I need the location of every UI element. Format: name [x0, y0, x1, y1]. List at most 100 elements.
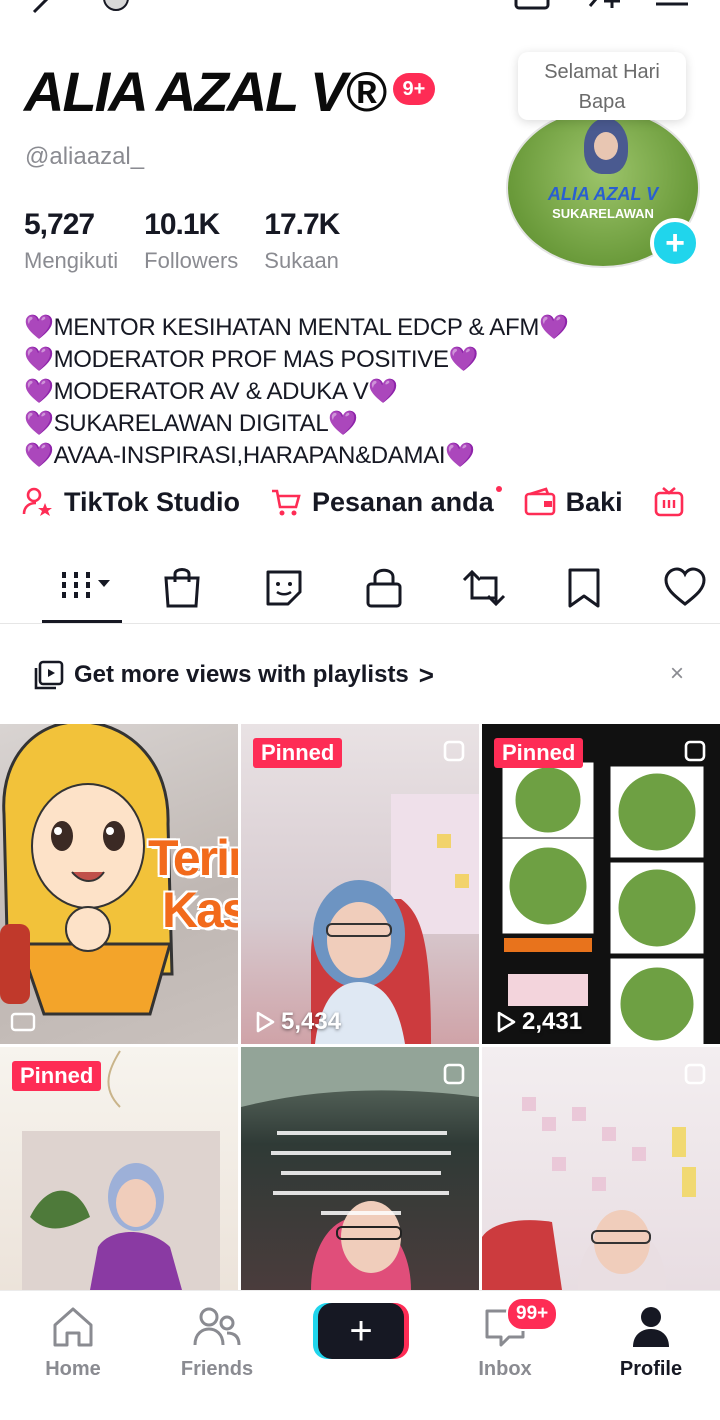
- stat-followers[interactable]: 10.1K Followers: [144, 208, 238, 274]
- home-icon: [53, 1307, 93, 1347]
- bio-line: 💜SUKARELAWAN DIGITAL💜: [24, 410, 358, 437]
- profile-icon: [633, 1307, 669, 1347]
- view-count: 2,431: [496, 1008, 582, 1036]
- video-thumbnail[interactable]: Pinned 2,431: [482, 724, 720, 1044]
- pinned-badge: Pinned: [12, 1061, 102, 1091]
- purple-heart-icon: 💜: [24, 378, 54, 405]
- stat-followers-label: Followers: [144, 248, 239, 273]
- stat-following-value: 5,727: [24, 208, 95, 241]
- liked-heart-tab-icon[interactable]: [662, 564, 708, 612]
- purple-heart-icon: 💜: [24, 346, 54, 373]
- video-thumbnail[interactable]: Pinned 5,434: [241, 724, 479, 1044]
- purple-heart-icon: 💜: [328, 410, 358, 437]
- cart-icon: [272, 489, 301, 516]
- profile-links: TikTok Studio Pesanan anda Baki: [22, 486, 720, 518]
- stat-following[interactable]: 5,727 Mengikuti: [24, 208, 118, 274]
- bio-line: 💜MODERATOR PROF MAS POSITIVE💜: [24, 346, 479, 373]
- friends-icon: [193, 1307, 241, 1346]
- sticker-tab-icon[interactable]: [260, 564, 308, 612]
- playlist-icon: [34, 660, 64, 690]
- orders-label: Pesanan anda: [312, 486, 494, 517]
- tiktok-studio-link[interactable]: TikTok Studio: [22, 486, 240, 518]
- videos-grid-tab-icon[interactable]: [58, 564, 120, 612]
- add-story-button[interactable]: +: [650, 218, 700, 268]
- bio-line: 💜MENTOR KESIHATAN MENTAL EDCP & AFM💜: [24, 314, 569, 341]
- bio-line: 💜MODERATOR AV & ADUKA V💜: [24, 378, 399, 405]
- stat-likes[interactable]: 17.7K Sukaan: [264, 208, 340, 274]
- woman-portrait-image: [311, 794, 479, 1044]
- menu-icon[interactable]: [652, 0, 692, 18]
- calendar-icon[interactable]: [512, 0, 552, 18]
- purple-heart-icon: 💜: [445, 442, 475, 469]
- avatar-mini-icon[interactable]: [96, 0, 136, 18]
- nav-home-label: Home: [45, 1358, 101, 1380]
- edit-icon[interactable]: [30, 0, 60, 18]
- profile-name: ALIA AZAL V®: [24, 60, 387, 123]
- shop-bag-tab-icon[interactable]: [160, 564, 204, 612]
- orders-link[interactable]: Pesanan anda: [270, 486, 502, 518]
- purple-heart-icon: 💜: [24, 314, 54, 341]
- top-bar: [0, 0, 720, 20]
- create-button[interactable]: +: [318, 1303, 404, 1359]
- repost-tab-icon[interactable]: [460, 564, 508, 612]
- notification-badge[interactable]: 9+: [392, 73, 436, 105]
- note-bubble[interactable]: Selamat Hari Bapa: [518, 52, 686, 120]
- nav-profile-label: Profile: [619, 1358, 683, 1380]
- multi-photo-icon: [443, 1063, 465, 1085]
- live-link[interactable]: [653, 486, 695, 518]
- add-friend-icon[interactable]: [584, 0, 624, 18]
- avatar-text-name: ALIA AZAL V: [547, 184, 659, 204]
- active-tab-underline: [42, 620, 122, 623]
- profile-bio: 💜MENTOR KESIHATAN MENTAL EDCP & AFM💜 💜MO…: [24, 312, 569, 472]
- profile-handle: @aliaazal_: [25, 143, 145, 170]
- bottom-navigation: Home Friends + Inbox 99+ Profile: [0, 1290, 720, 1420]
- close-icon[interactable]: ×: [670, 660, 684, 688]
- video-thumbnail[interactable]: [241, 1047, 479, 1290]
- lock-tab-icon[interactable]: [362, 564, 406, 612]
- video-grid: Terima Kasih Pinned 5,434: [0, 724, 720, 1290]
- tray-link[interactable]: Baki: [524, 486, 623, 518]
- nav-friends-label: Friends: [180, 1358, 254, 1380]
- play-icon: [497, 1011, 516, 1033]
- playlist-banner[interactable]: Get more views with playlists > ×: [0, 640, 720, 710]
- playlist-banner-text: Get more views with playlists: [74, 661, 409, 688]
- stat-likes-value: 17.7K: [264, 208, 340, 241]
- nav-home[interactable]: Home: [8, 1305, 138, 1381]
- nav-profile[interactable]: Profile: [586, 1305, 716, 1381]
- chevron-right-icon: >: [418, 659, 434, 690]
- multi-photo-icon: [684, 1063, 706, 1085]
- tv-icon: [654, 487, 683, 517]
- volunteer-collage-image: [502, 762, 704, 1044]
- video-thumbnail[interactable]: Terima Kasih: [0, 724, 238, 1044]
- multi-photo-icon: [443, 740, 465, 762]
- inbox-count-badge: 99+: [506, 1297, 559, 1331]
- tray-label: Baki: [565, 486, 623, 517]
- profile-stats: 5,727 Mengikuti 10.1K Followers 17.7K Su…: [24, 208, 365, 274]
- purple-heart-icon: 💜: [24, 442, 54, 469]
- nav-inbox[interactable]: Inbox 99+: [440, 1297, 570, 1381]
- pinned-badge: Pinned: [494, 738, 584, 768]
- avatar-face: [584, 118, 628, 174]
- note-bubble-line-2: Bapa: [578, 91, 626, 113]
- repost-small-icon: [10, 1012, 36, 1032]
- stat-following-label: Mengikuti: [24, 248, 119, 273]
- view-count: 5,434: [255, 1008, 341, 1036]
- play-icon: [256, 1011, 275, 1033]
- profile-name-row: ALIA AZAL V® 9+: [24, 60, 436, 123]
- bookmark-tab-icon[interactable]: [564, 564, 604, 612]
- wallet-icon: [524, 487, 555, 516]
- purple-heart-icon: 💜: [24, 410, 54, 437]
- multi-photo-icon: [684, 740, 706, 762]
- video-thumbnail[interactable]: Pinned: [0, 1047, 238, 1290]
- pinned-badge: Pinned: [253, 738, 343, 768]
- nav-inbox-label: Inbox: [478, 1358, 532, 1380]
- video-thumbnail[interactable]: [482, 1047, 720, 1290]
- nav-friends[interactable]: Friends: [152, 1305, 282, 1381]
- purple-heart-icon: 💜: [368, 378, 399, 405]
- stat-likes-label: Sukaan: [264, 248, 339, 273]
- avatar-container[interactable]: ALIA AZAL V SUKARELAWAN +: [506, 108, 700, 268]
- tiktok-studio-label: TikTok Studio: [64, 486, 241, 517]
- purple-heart-icon: 💜: [539, 314, 569, 341]
- stat-followers-value: 10.1K: [144, 208, 220, 241]
- studio-person-icon: [22, 487, 52, 516]
